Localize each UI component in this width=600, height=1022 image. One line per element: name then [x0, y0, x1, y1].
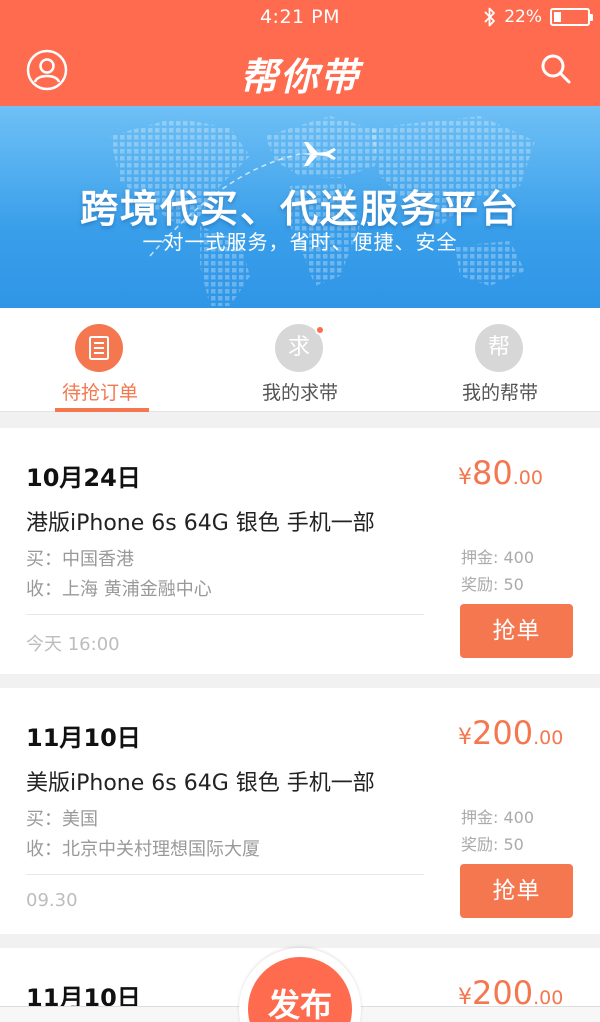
reward-amount: 奖励: 50 — [461, 835, 524, 854]
active-tab-indicator — [55, 408, 149, 412]
buy-location: 买：美国 — [26, 809, 98, 830]
banner-headline: 跨境代买、代送服务平台 — [79, 187, 520, 231]
app-header-area: 4:21 PM 22% 帮你带 — [0, 0, 600, 106]
battery-percent: 22% — [504, 7, 542, 27]
order-item: 美版iPhone 6s 64G 银色 手机一部 — [26, 771, 375, 796]
divider — [26, 614, 424, 615]
grab-order-button[interactable]: 抢单 — [460, 864, 573, 918]
order-card[interactable]: 11月10日 美版iPhone 6s 64G 银色 手机一部 买：美国 收：北京… — [0, 688, 600, 934]
grab-order-button[interactable]: 抢单 — [460, 604, 573, 658]
tab-label: 待抢订单 — [61, 382, 138, 404]
order-price: ¥200.00 — [458, 714, 564, 752]
tab-my-requests[interactable]: 求 我的求带 — [200, 308, 400, 412]
request-icon: 求 — [275, 324, 325, 372]
battery-icon — [550, 8, 593, 26]
help-icon: 帮 — [475, 324, 523, 372]
list-icon — [75, 324, 123, 372]
order-card[interactable]: 10月24日 港版iPhone 6s 64G 银色 手机一部 买：中国香港 收：… — [0, 428, 600, 674]
receive-location: 收：北京中关村理想国际大厦 — [26, 839, 260, 860]
promo-banner[interactable]: 跨境代买、代送服务平台 一对一式服务，省时、便捷、安全 — [0, 106, 600, 308]
reward-amount: 奖励: 50 — [461, 575, 524, 594]
banner-subtitle: 一对一式服务，省时、便捷、安全 — [142, 230, 458, 254]
tab-my-helps[interactable]: 帮 我的帮带 — [400, 308, 600, 412]
divider — [26, 874, 424, 875]
nav-header: 帮你带 — [0, 36, 600, 106]
tab-bar: 待抢订单 求 我的求带 帮 我的帮带 — [0, 308, 600, 412]
search-icon[interactable] — [538, 51, 574, 87]
buy-location: 买：中国香港 — [26, 549, 134, 570]
order-item: 港版iPhone 6s 64G 银色 手机一部 — [26, 511, 375, 536]
order-time: 今天 16:00 — [26, 634, 120, 655]
deposit-amount: 押金: 400 — [461, 808, 535, 827]
tab-label: 我的帮带 — [461, 382, 538, 404]
order-time: 09.30 — [26, 890, 78, 911]
app-title: 帮你带 — [239, 55, 360, 99]
tab-pending-orders[interactable]: 待抢订单 — [0, 308, 200, 412]
tab-label: 我的求带 — [261, 382, 338, 404]
notification-dot — [315, 325, 325, 335]
deposit-amount: 押金: 400 — [461, 548, 535, 567]
status-indicators: 22% — [484, 6, 593, 28]
status-bar: 4:21 PM 22% — [0, 0, 600, 36]
receive-location: 收：上海 黄浦金融中心 — [26, 579, 212, 600]
order-price: ¥80.00 — [458, 454, 543, 492]
order-date: 10月24日 — [26, 464, 141, 492]
bluetooth-icon — [484, 7, 496, 27]
order-date: 11月10日 — [26, 724, 141, 752]
